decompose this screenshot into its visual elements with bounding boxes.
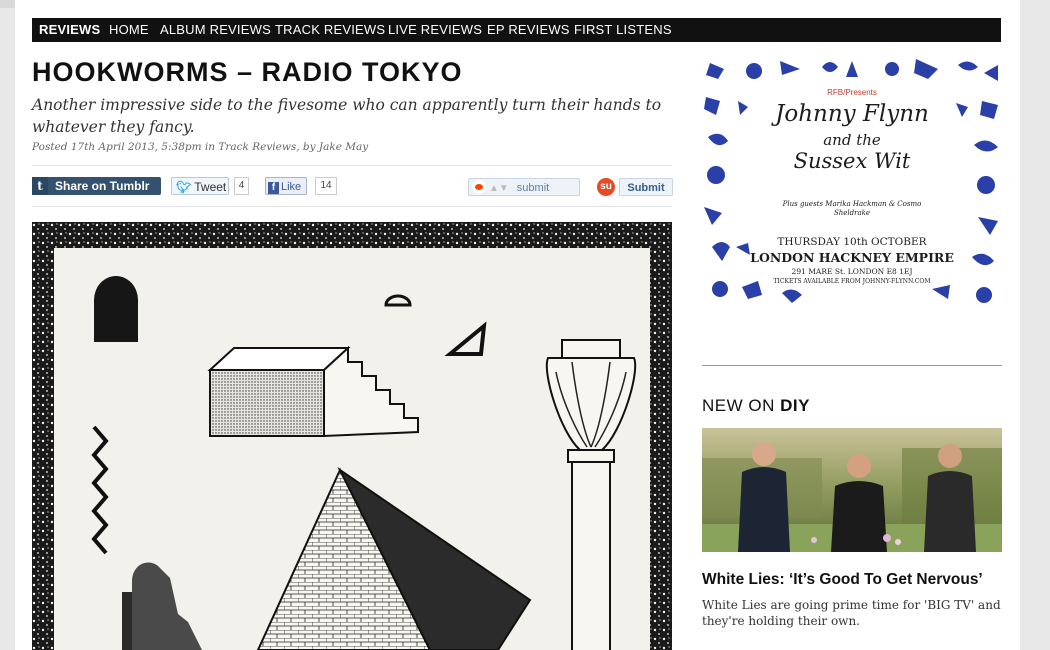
- diy-brand-label: DIY: [780, 396, 810, 415]
- facebook-icon: f: [268, 182, 279, 194]
- ad-presents-label: RFB/Presents: [827, 88, 877, 97]
- article-byline: Posted 17th April 2013, 5:38pm in Track …: [32, 141, 369, 153]
- nav-item-first-listens[interactable]: FIRST LISTENS: [574, 18, 672, 42]
- ad-artist-and-the: and the: [823, 131, 881, 149]
- ad-tickets-info: TICKETS AVAILABLE FROM JOHNNY-FLYNN.COM: [773, 278, 931, 285]
- facebook-like-button[interactable]: f Like: [265, 177, 307, 195]
- tweet-button-label: Tweet: [194, 180, 227, 194]
- new-on-prefix: NEW ON: [702, 396, 775, 415]
- ad-venue: LONDON HACKNEY EMPIRE: [750, 250, 954, 265]
- arched-window-shape: [94, 276, 138, 342]
- nav-item-ep-reviews[interactable]: EP REVIEWS: [487, 18, 570, 42]
- share-bar: t Share on Tumblr 🐦︎ Tweet 4 f Like 14 ▲▼ su…: [32, 165, 673, 207]
- reddit-alien-icon: [472, 180, 486, 194]
- ad-support-acts: Plus guests Marika Hackman & Cosmo Sheld…: [782, 200, 922, 217]
- reddit-submit-button[interactable]: ▲▼ submit: [468, 178, 580, 196]
- reddit-vote-arrows-icon: ▲▼: [489, 183, 509, 194]
- reddit-submit-label: submit: [516, 182, 550, 194]
- nav-item-track-reviews[interactable]: TRACK REVIEWS: [275, 18, 385, 42]
- stumbleupon-icon[interactable]: su: [597, 178, 615, 196]
- ad-address: 291 MARE St. LONDON E8 1EJ: [791, 267, 913, 276]
- stumbleupon-submit-button[interactable]: Submit: [619, 178, 673, 196]
- story-title-link[interactable]: White Lies: ‘It’s Good To Get Nervous’: [702, 571, 983, 589]
- tumblr-button-label: Share on Tumblr: [55, 179, 150, 193]
- sidebar-divider: [702, 365, 1002, 366]
- twitter-bird-icon: 🐦︎: [176, 180, 192, 194]
- artwork-illustration: [32, 222, 672, 650]
- story-thumbnail-image[interactable]: [702, 428, 1002, 552]
- story-description: White Lies are going prime time for 'BIG…: [702, 598, 1001, 628]
- ad-artist-name: Johnny Flynn: [775, 101, 929, 127]
- share-on-tumblr-button[interactable]: t Share on Tumblr: [32, 177, 161, 195]
- page-container: REVIEWS HOME ALBUM REVIEWS TRACK REVIEWS…: [15, 0, 1020, 650]
- like-button-label: Like: [281, 181, 302, 193]
- article-title: HOOKWORMS – RADIO TOKYO: [32, 57, 463, 87]
- ad-band-name: Sussex Wit: [793, 149, 911, 173]
- ad-date: THURSDAY 10th OCTOBER: [777, 236, 927, 248]
- band-photo-illustration: [702, 428, 1002, 552]
- tweet-button[interactable]: 🐦︎ Tweet: [171, 177, 229, 195]
- nav-item-reviews[interactable]: REVIEWS: [39, 18, 100, 42]
- like-count: 14: [315, 177, 337, 195]
- tweet-count: 4: [234, 177, 249, 195]
- page-scroll-gutter: [1020, 0, 1050, 650]
- album-artwork-image: [32, 222, 672, 650]
- tumblr-icon: t: [32, 177, 48, 195]
- article-standfirst: Another impressive side to the fivesome …: [32, 96, 662, 136]
- nav-item-live-reviews[interactable]: LIVE REVIEWS: [388, 18, 482, 42]
- new-on-diy-heading: NEW ON DIY: [702, 396, 810, 416]
- concert-advertisement[interactable]: RFB/Presents Johnny Flynn and the Sussex…: [702, 57, 1002, 307]
- nav-item-album-reviews[interactable]: ALBUM REVIEWS: [160, 18, 271, 42]
- reviews-nav-bar: REVIEWS HOME ALBUM REVIEWS TRACK REVIEWS…: [32, 18, 1001, 42]
- nav-item-home[interactable]: HOME: [109, 18, 149, 42]
